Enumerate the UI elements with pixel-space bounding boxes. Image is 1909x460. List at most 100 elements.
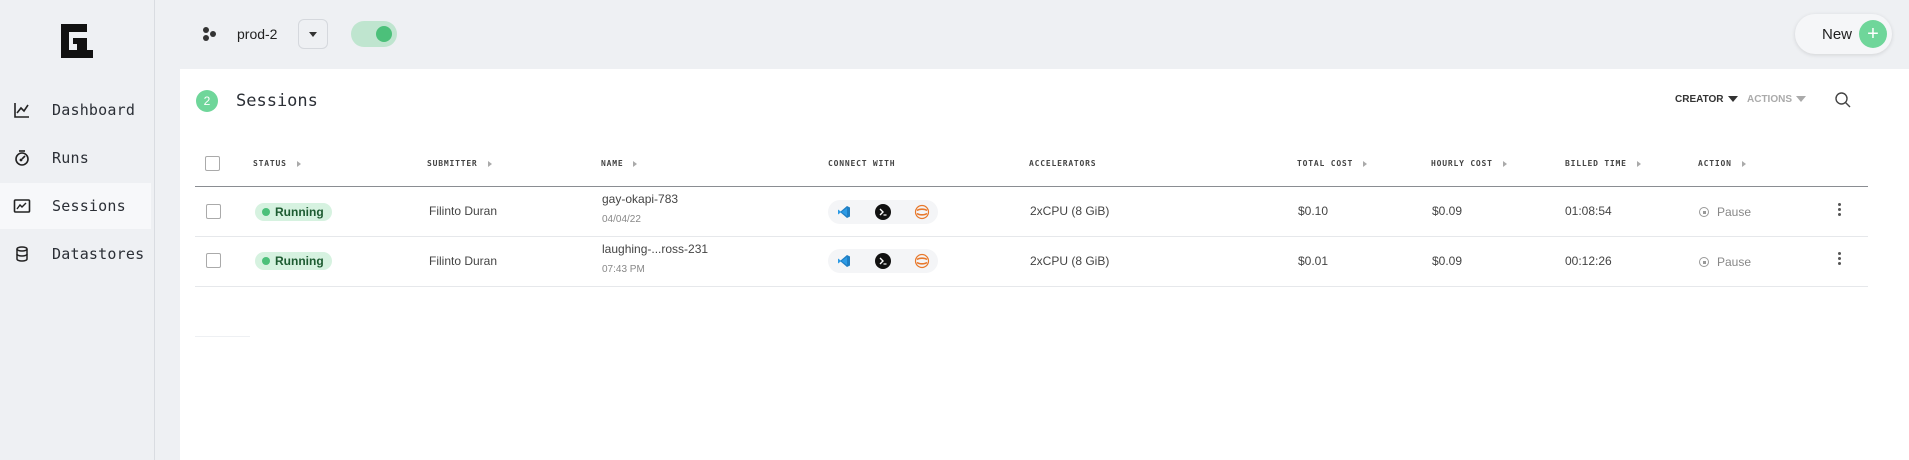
column-header-submitter[interactable]: SUBMITTER <box>427 159 492 168</box>
vscode-icon[interactable] <box>836 253 852 269</box>
terminal-chart-icon <box>12 196 32 216</box>
session-date: 04/04/22 <box>602 214 641 225</box>
search-icon[interactable] <box>1834 91 1852 109</box>
runs-icon <box>12 148 32 168</box>
row-divider <box>195 236 1868 237</box>
sessions-count-badge: 2 <box>196 90 218 112</box>
column-header-total-cost[interactable]: TOTAL COST <box>1297 159 1368 168</box>
row-divider <box>195 286 1868 287</box>
pause-label: Pause <box>1717 205 1752 219</box>
table-footer-divider <box>195 336 250 337</box>
hourly-cost-cell: $0.09 <box>1432 254 1463 268</box>
actions-dropdown[interactable]: ACTIONS <box>1747 94 1806 105</box>
sort-icon <box>296 160 301 167</box>
column-header-label: HOURLY COST <box>1431 159 1493 168</box>
status-badge: Running <box>255 252 332 270</box>
column-header-billed-time[interactable]: BILLED TIME <box>1565 159 1641 168</box>
column-header-label: NAME <box>601 159 624 168</box>
column-header-connect-with: CONNECT WITH <box>828 159 895 168</box>
status-label: Running <box>275 254 324 268</box>
sidebar-item-label: Sessions <box>52 197 126 215</box>
database-icon <box>12 244 32 264</box>
sort-icon <box>1502 160 1507 167</box>
session-name-link[interactable]: gay-okapi-783 <box>602 192 678 206</box>
submitter-cell: Filinto Duran <box>429 254 498 268</box>
vscode-icon[interactable] <box>836 204 852 220</box>
column-header-label: BILLED TIME <box>1565 159 1627 168</box>
column-header-accelerators: ACCELERATORS <box>1029 159 1096 168</box>
sidebar-item-label: Datastores <box>52 245 145 263</box>
accelerators-cell: 2xCPU (8 GiB) <box>1030 254 1110 268</box>
column-header-label: CONNECT WITH <box>828 159 896 168</box>
terminal-icon[interactable] <box>875 253 891 269</box>
sidebar-item-sessions[interactable]: Sessions <box>0 183 151 229</box>
page-title: Sessions <box>236 91 318 111</box>
jupyter-icon[interactable] <box>914 204 930 220</box>
sort-icon <box>1741 160 1746 167</box>
plus-icon: + <box>1859 20 1887 48</box>
new-button[interactable]: New + <box>1795 14 1892 54</box>
project-name[interactable]: prod-2 <box>237 26 277 42</box>
sidebar-item-dashboard[interactable]: Dashboard <box>0 87 151 133</box>
hourly-cost-cell: $0.09 <box>1432 204 1463 218</box>
actions-label: ACTIONS <box>1747 94 1792 105</box>
column-header-label: ACTION <box>1698 159 1732 168</box>
chart-line-icon <box>12 100 32 120</box>
project-icon <box>203 27 216 41</box>
accelerators-cell: 2xCPU (8 GiB) <box>1030 204 1110 218</box>
column-header-label: SUBMITTER <box>427 159 478 168</box>
caret-down-icon <box>1727 96 1738 103</box>
total-cost-cell: $0.01 <box>1298 254 1329 268</box>
grid-logo-icon[interactable] <box>57 22 95 60</box>
status-dot <box>262 257 270 265</box>
pause-button[interactable]: Pause <box>1699 255 1751 269</box>
sidebar-item-datastores[interactable]: Datastores <box>0 231 151 277</box>
table-header-divider <box>195 186 1868 187</box>
jupyter-icon[interactable] <box>914 253 930 269</box>
column-header-label: ACCELERATORS <box>1029 159 1097 168</box>
billed-time-cell: 00:12:26 <box>1565 254 1612 268</box>
sort-icon <box>1363 160 1368 167</box>
column-header-label: STATUS <box>253 159 287 168</box>
row-checkbox[interactable] <box>206 204 221 219</box>
session-name-link[interactable]: laughing-...ross-231 <box>602 242 708 256</box>
row-checkbox[interactable] <box>206 253 221 268</box>
new-button-label: New <box>1822 26 1853 43</box>
terminal-icon[interactable] <box>875 204 891 220</box>
pause-icon <box>1699 207 1709 217</box>
submitter-cell: Filinto Duran <box>429 204 498 218</box>
pause-button[interactable]: Pause <box>1699 205 1751 219</box>
connect-with-group <box>828 249 938 273</box>
more-options-icon[interactable] <box>1834 251 1844 269</box>
creator-filter-label: CREATOR <box>1675 94 1724 105</box>
sort-icon <box>1636 160 1641 167</box>
project-toggle[interactable] <box>351 21 397 47</box>
status-badge: Running <box>255 203 332 221</box>
pause-icon <box>1699 257 1709 267</box>
caret-down-icon <box>309 31 317 37</box>
status-dot <box>262 208 270 216</box>
status-label: Running <box>275 205 324 219</box>
pause-label: Pause <box>1717 255 1752 269</box>
column-header-hourly-cost[interactable]: HOURLY COST <box>1431 159 1507 168</box>
toggle-knob <box>376 26 392 42</box>
sort-icon <box>633 160 638 167</box>
caret-down-icon <box>1796 96 1806 103</box>
billed-time-cell: 01:08:54 <box>1565 204 1612 218</box>
column-header-name[interactable]: NAME <box>601 159 638 168</box>
sidebar: Dashboard Runs Sessions Datastores <box>0 0 155 460</box>
sidebar-item-label: Dashboard <box>52 101 136 119</box>
project-dropdown-button[interactable] <box>298 19 328 49</box>
column-header-status[interactable]: STATUS <box>253 159 301 168</box>
select-all-checkbox[interactable] <box>205 156 220 171</box>
sidebar-item-runs[interactable]: Runs <box>0 135 151 181</box>
column-header-action[interactable]: ACTION <box>1698 159 1746 168</box>
creator-filter-dropdown[interactable]: CREATOR <box>1675 94 1738 105</box>
connect-with-group <box>828 200 938 224</box>
sidebar-item-label: Runs <box>52 149 89 167</box>
more-options-icon[interactable] <box>1834 202 1844 220</box>
sort-icon <box>487 160 492 167</box>
column-header-label: TOTAL COST <box>1297 159 1354 168</box>
session-time: 07:43 PM <box>602 264 645 275</box>
total-cost-cell: $0.10 <box>1298 204 1329 218</box>
